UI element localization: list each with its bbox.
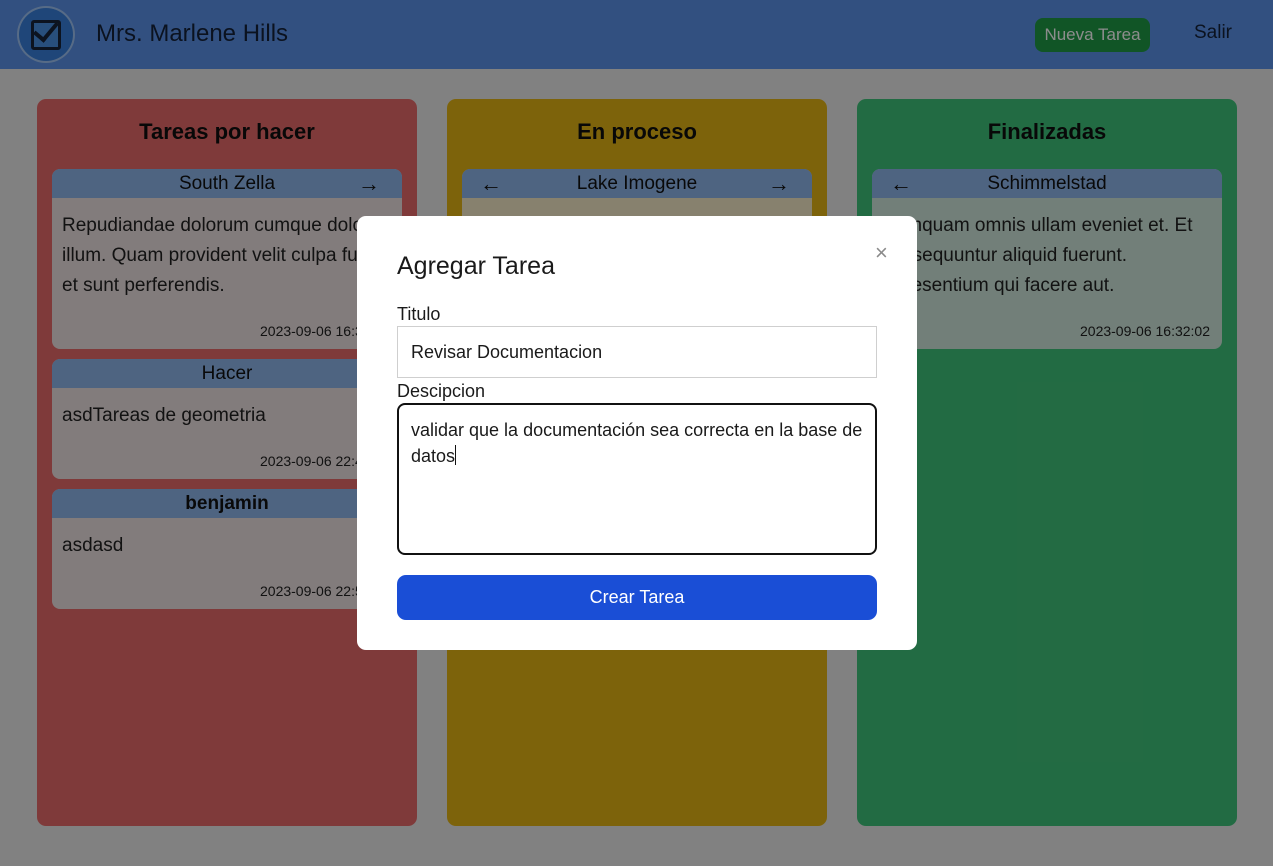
create-task-button[interactable]: Crear Tarea (397, 575, 877, 620)
title-label: Titulo (397, 304, 441, 324)
modal-title: Agregar Tarea (397, 252, 555, 280)
close-icon[interactable]: × (875, 240, 888, 266)
description-textarea[interactable]: validar que la documentación sea correct… (397, 403, 877, 555)
title-input[interactable]: Revisar Documentacion (397, 326, 877, 378)
text-caret (455, 445, 457, 465)
description-label: Descipcion (397, 381, 486, 401)
description-text: validar que la documentación sea correct… (411, 420, 863, 466)
add-task-modal: Agregar Tarea × Titulo Revisar Documenta… (357, 216, 917, 650)
